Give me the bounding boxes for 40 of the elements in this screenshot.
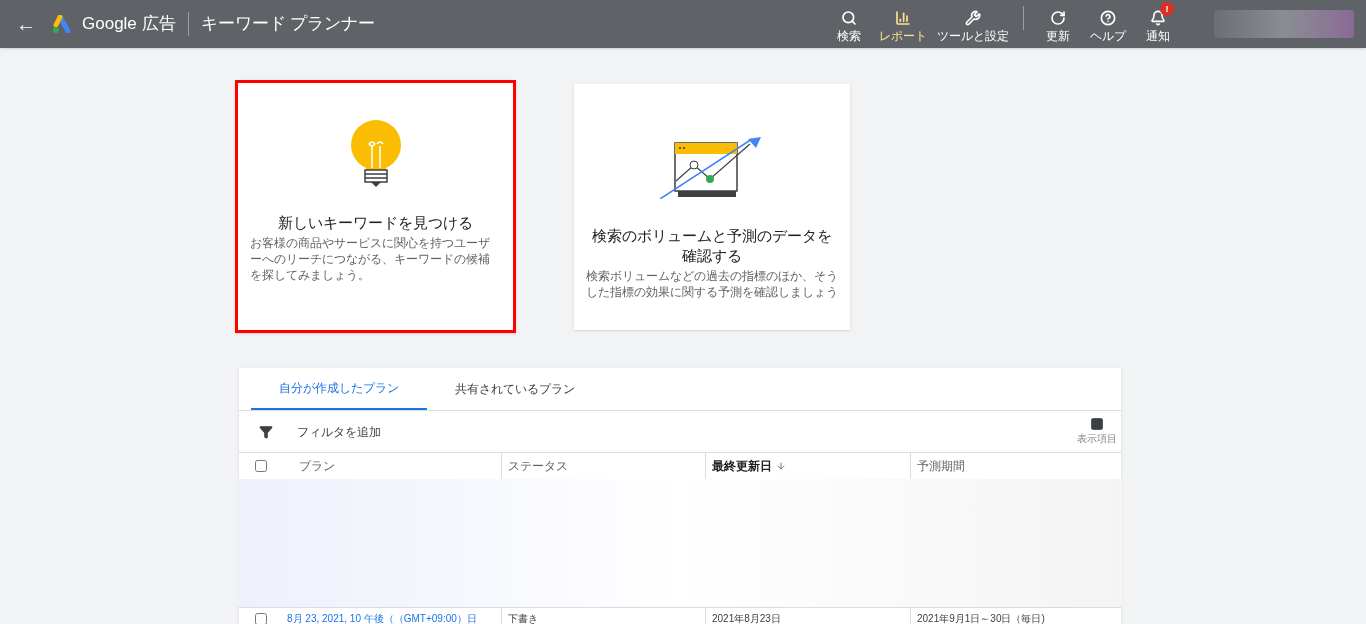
tab[interactable]: 自分が作成したプラン [251, 368, 427, 410]
toolbar-button[interactable]: 通知 ! [1134, 2, 1182, 43]
card-title: 検索のボリュームと予測のデータを確認する [591, 225, 833, 266]
toolbar-button[interactable]: 更新 [1034, 2, 1082, 43]
product-name: Google 広告 [82, 13, 176, 36]
help-icon [1100, 10, 1116, 26]
column-header[interactable]: プラン [299, 457, 335, 475]
option-card[interactable]: 検索のボリュームと予測のデータを確認する 検索ボリュームなどの過去の指標のほか、そうした指標の効果に関する予測を確認しましょう [574, 83, 850, 330]
table-cell: 下書き [508, 613, 538, 624]
card-title: 新しいキーワードを見つける [277, 213, 474, 233]
logo-icon [52, 15, 74, 33]
notification-badge: ! [1160, 2, 1174, 16]
column-header[interactable]: 最終更新日 [712, 457, 772, 475]
card-description: お客様の商品やサービスに関心を持つユーザーへのリーチにつながる、キーワードの候補を探してみましょう。 [249, 235, 491, 283]
select-all-checkbox[interactable] [255, 460, 267, 472]
table-cell: 2021年8月23日 [712, 613, 781, 624]
bar-chart-icon [895, 10, 911, 26]
row-checkbox[interactable] [255, 613, 267, 624]
table-cell: 2021年9月1日～30日（毎日) [917, 613, 1045, 624]
search-icon [841, 10, 857, 26]
column-header[interactable]: 予測期間 [917, 457, 965, 475]
add-filter-button[interactable]: フィルタを追加 [297, 422, 381, 441]
option-card[interactable]: 新しいキーワードを見つける お客様の商品やサービスに関心を持つユーザーへのリーチにつながる、キーワードの候補を探してみましょう。 [235, 80, 516, 333]
back-button[interactable]: ← [12, 10, 40, 38]
sort-arrow-icon [776, 461, 786, 471]
toolbar-button[interactable]: レポート [875, 2, 931, 43]
toolbar-button[interactable]: 検索 [825, 2, 873, 43]
card-description: 検索ボリュームなどの過去の指標のほか、そうした指標の効果に関する予測を確認しましょう [585, 267, 839, 300]
toolbar-button[interactable]: ツールと設定 [933, 2, 1013, 43]
page-title: キーワード プランナー [200, 13, 376, 36]
tab[interactable]: 共有されているプラン [427, 368, 603, 410]
column-header[interactable]: ステータス [508, 457, 568, 475]
refresh-icon [1050, 10, 1066, 26]
bell-icon [1150, 10, 1166, 26]
lightbulb-icon [348, 120, 403, 190]
wrench-icon [965, 10, 981, 26]
toolbar-button[interactable]: ヘルプ [1084, 2, 1132, 43]
plan-link[interactable]: 8月 23, 2021, 10 午後（（GMT+09:00）日 [287, 611, 477, 624]
filter-icon [259, 424, 273, 439]
columns-button[interactable]: 表示項目 [1077, 417, 1117, 446]
